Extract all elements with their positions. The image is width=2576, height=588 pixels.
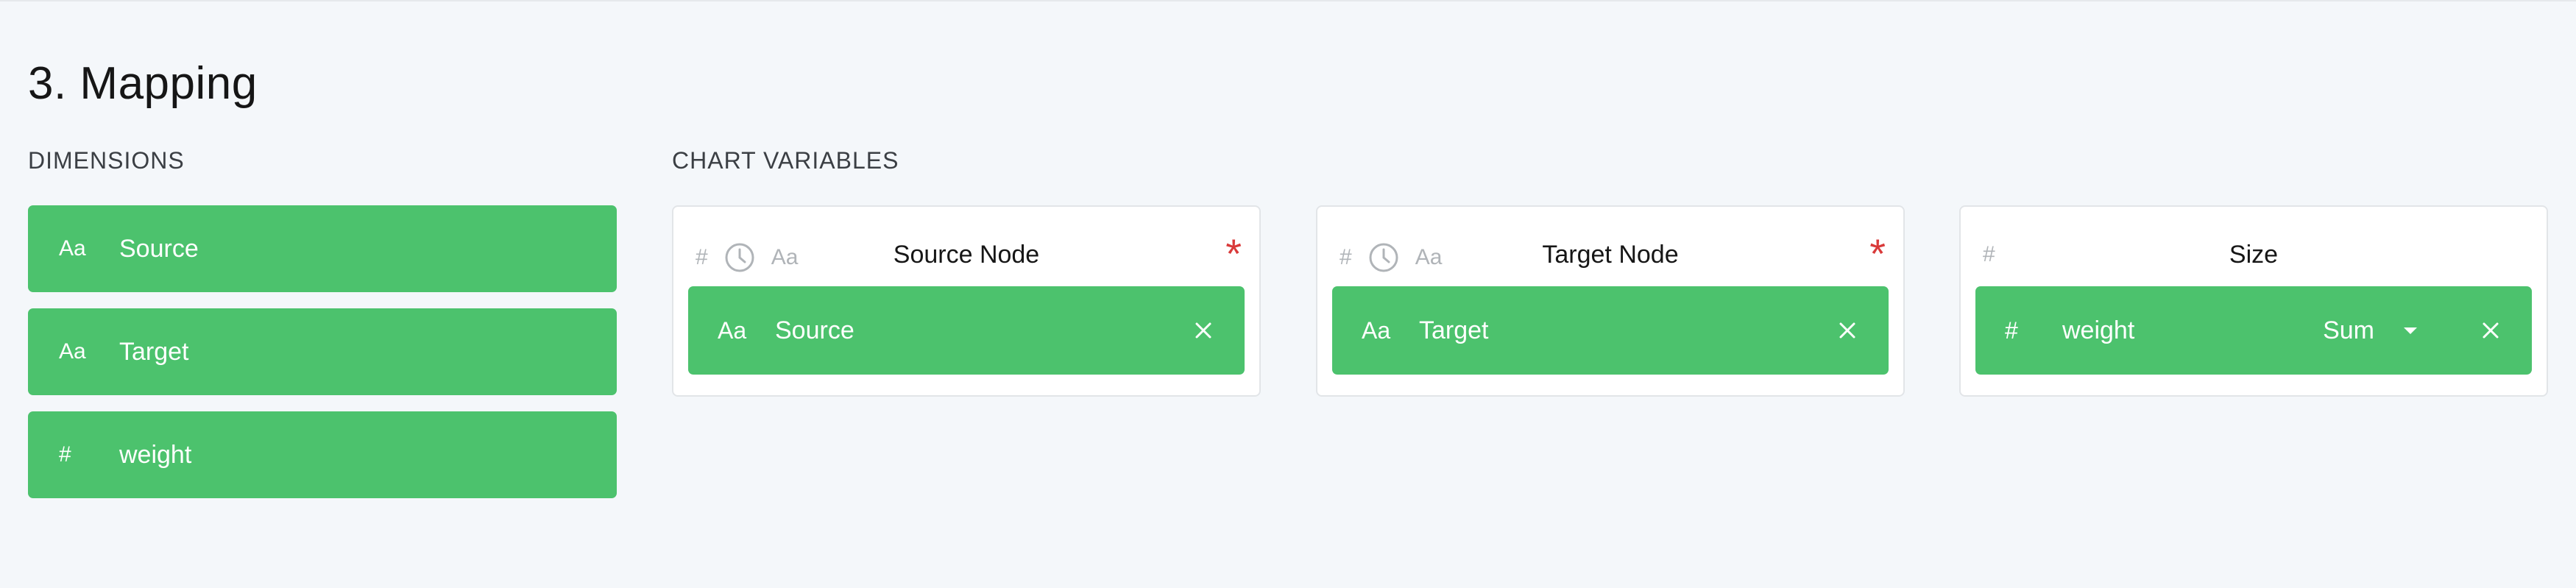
dimension-target[interactable]: Aa Target (28, 308, 617, 395)
text-type-icon: Aa (1362, 316, 1391, 344)
close-icon (2483, 322, 2499, 339)
number-type-icon: # (59, 442, 71, 467)
caret-down-icon[interactable] (2404, 327, 2417, 334)
mapped-label: Source (775, 316, 854, 344)
mapped-dimension-target[interactable]: Aa Target (1332, 286, 1889, 375)
remove-mapping-button[interactable] (1181, 308, 1225, 353)
variable-card-size: # Size # weight Sum (1959, 205, 2548, 397)
variable-card-header: # Aa Target Node * (1317, 207, 1903, 283)
text-type-icon: Aa (59, 236, 86, 261)
mapped-dimension-source[interactable]: Aa Source (688, 286, 1245, 375)
required-asterisk-icon: * (1225, 230, 1242, 277)
chart-variables-heading: CHART VARIABLES (672, 147, 899, 174)
aggregation-select[interactable]: Sum (2323, 316, 2374, 345)
close-icon (1839, 322, 1855, 339)
dimension-source[interactable]: Aa Source (28, 205, 617, 292)
section-title: 3. Mapping (28, 58, 258, 109)
text-type-icon: Aa (59, 339, 86, 364)
variable-title: Size (2229, 241, 2279, 269)
remove-mapping-button[interactable] (1825, 308, 1869, 353)
variable-title: Target Node (1542, 241, 1679, 269)
top-divider (0, 0, 2576, 1)
close-icon (1195, 322, 1211, 339)
dimension-label: Source (119, 234, 199, 263)
dimension-weight[interactable]: # weight (28, 411, 617, 498)
mapped-label: Target (1419, 316, 1489, 344)
remove-mapping-button[interactable] (2469, 308, 2513, 353)
dimensions-heading: DIMENSIONS (28, 147, 185, 174)
mapped-dimension-weight[interactable]: # weight Sum (1975, 286, 2532, 375)
variable-title: Source Node (893, 241, 1040, 269)
text-type-icon: Aa (718, 316, 747, 344)
mapped-label: weight (2062, 316, 2135, 344)
variable-card-header: # Size (1961, 207, 2547, 283)
dimension-label: Target (119, 337, 189, 366)
variable-card-header: # Aa Source Node * (673, 207, 1259, 283)
variable-card-source-node: # Aa Source Node * Aa Source (672, 205, 1261, 397)
variable-card-target-node: # Aa Target Node * Aa Target (1316, 205, 1905, 397)
number-type-icon: # (2005, 316, 2018, 344)
required-asterisk-icon: * (1869, 230, 1886, 277)
dimension-label: weight (119, 440, 192, 469)
